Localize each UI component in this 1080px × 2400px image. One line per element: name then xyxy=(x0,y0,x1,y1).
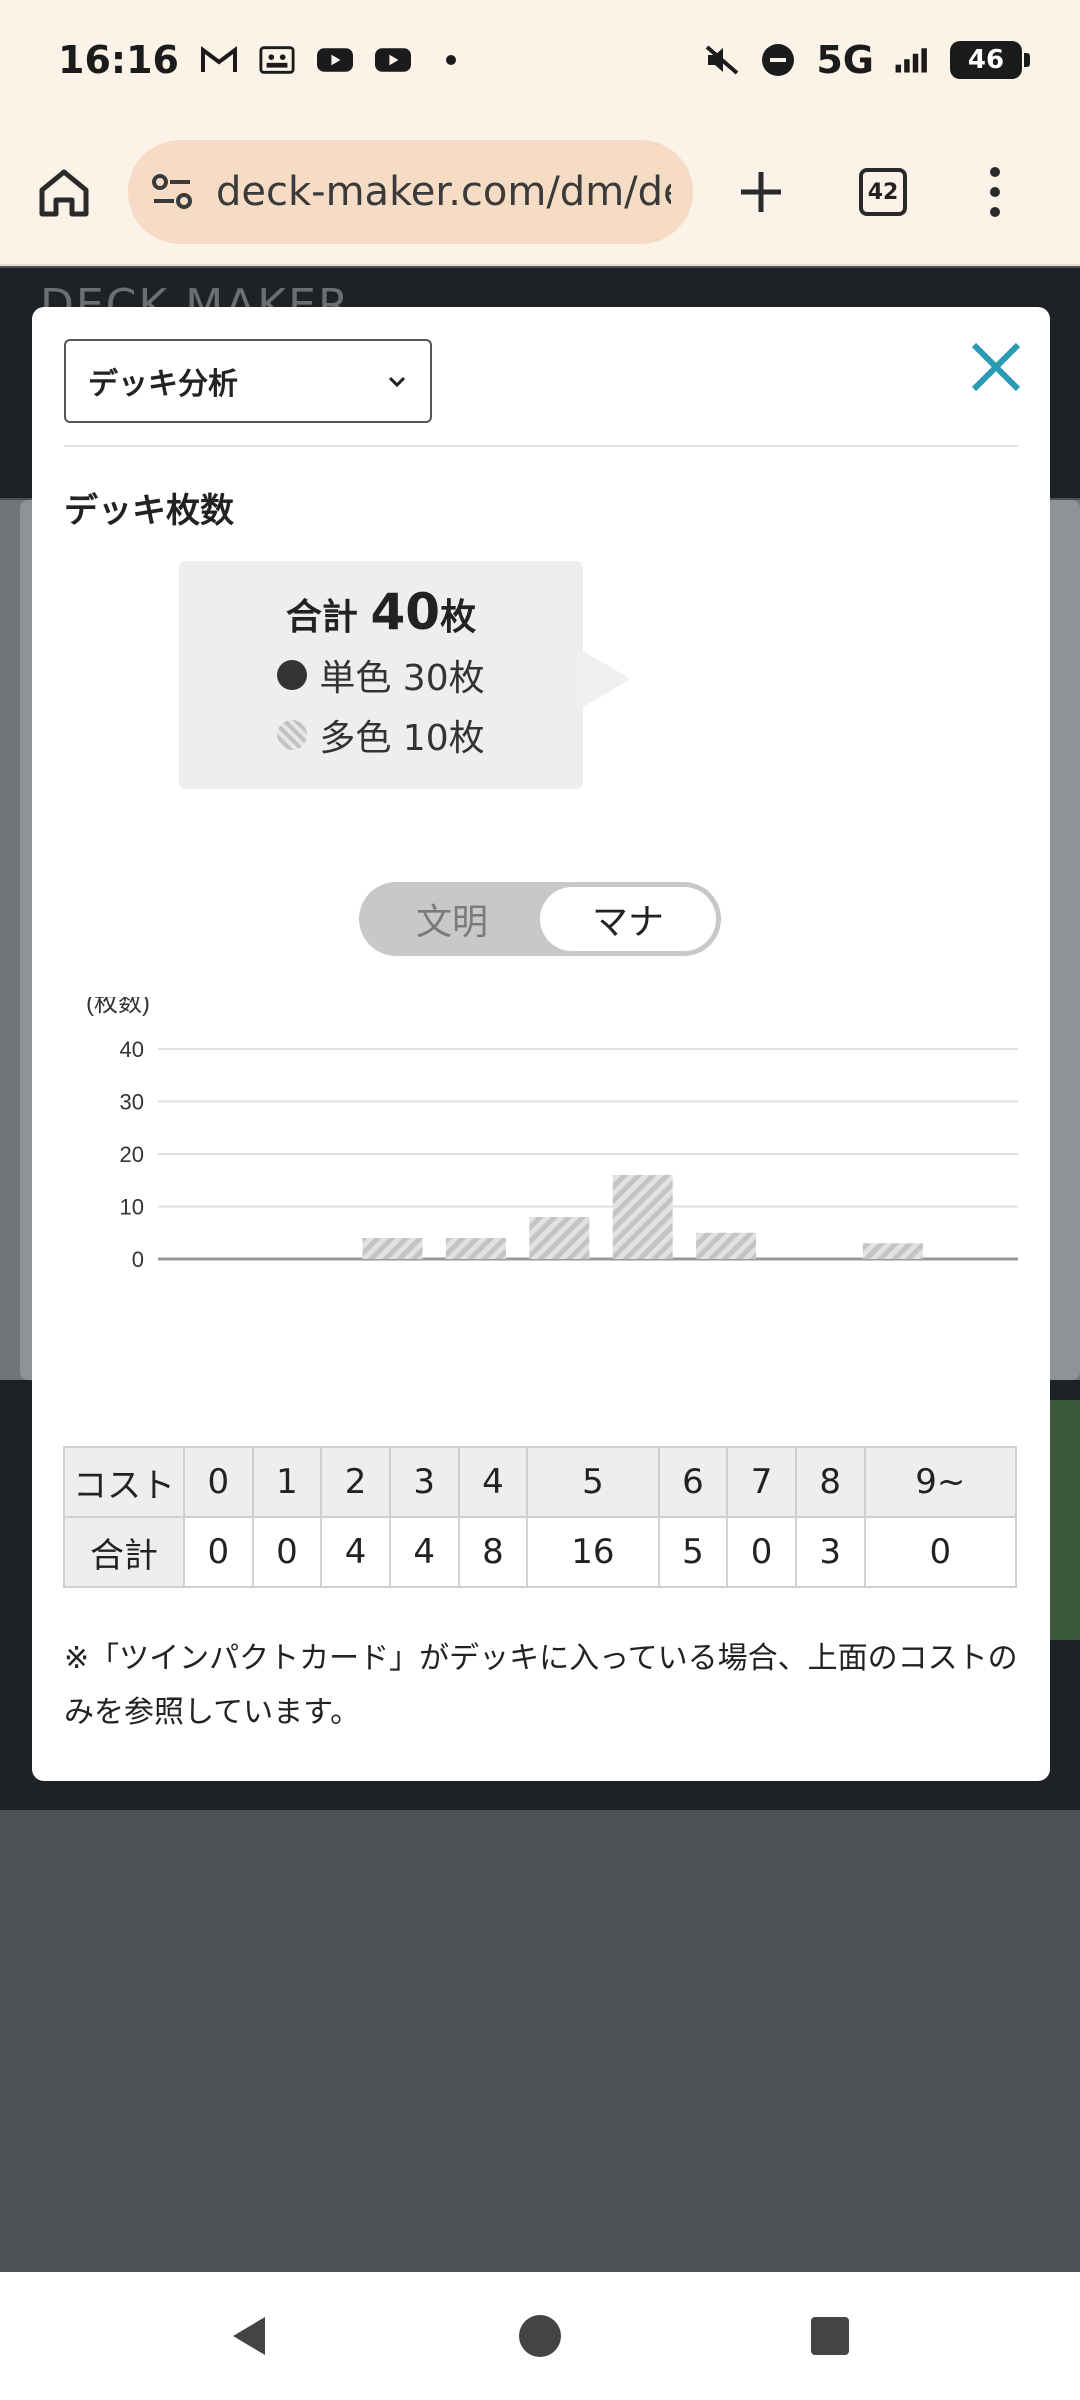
browser-toolbar: deck-maker.com/dm/dec 42 xyxy=(0,120,1080,266)
cost-cell: 3 xyxy=(388,1446,460,1518)
background-overlay xyxy=(0,1810,1080,2270)
mono-color-label: 単色 30枚 xyxy=(319,658,485,699)
status-time: 16:16 xyxy=(58,38,179,82)
status-bar: 16:16 5G 46 xyxy=(0,0,1080,120)
cost-cell: 1 xyxy=(251,1446,323,1518)
youtube-icon xyxy=(316,45,353,75)
recents-icon[interactable] xyxy=(805,2311,855,2361)
network-type: 5G xyxy=(816,38,874,82)
bar-cost-2 xyxy=(362,1238,423,1259)
battery-level: 46 xyxy=(967,45,1005,75)
toggle-option-civilization[interactable]: 文明 xyxy=(364,887,540,951)
bar-cost-3 xyxy=(445,1238,506,1259)
total-cell: 4 xyxy=(388,1516,460,1588)
gmail-icon xyxy=(200,45,237,75)
cost-cell: 4 xyxy=(457,1446,529,1518)
total-count: 合計 40枚 xyxy=(179,583,583,641)
table-row: 合計 0 0 4 4 8 16 5 0 3 0 xyxy=(63,1516,1018,1588)
table-row: コスト 0 1 2 3 4 5 6 7 8 9~ xyxy=(63,1446,1018,1518)
home-icon[interactable] xyxy=(36,164,92,220)
mana-curve-chart: (枚数) 0 10 20 30 40 xyxy=(86,997,1018,1267)
people-icon xyxy=(259,45,295,75)
deck-count-summary: 合計 40枚 単色 30枚 多色 10枚 xyxy=(179,561,631,789)
cost-cell: 6 xyxy=(657,1446,729,1518)
total-cell: 0 xyxy=(726,1516,797,1588)
total-cell: 8 xyxy=(457,1516,529,1588)
civilization-mana-toggle[interactable]: 文明 マナ xyxy=(359,882,721,956)
total-unit: 枚 xyxy=(440,597,477,638)
solid-dot-icon xyxy=(277,660,308,690)
bar-cost-6 xyxy=(696,1232,757,1259)
tab-count: 42 xyxy=(867,179,899,205)
toggle-option-mana[interactable]: マナ xyxy=(540,887,716,951)
y-tick-label: 40 xyxy=(120,1037,144,1062)
cost-cell: 8 xyxy=(794,1446,866,1518)
hatched-dot-icon xyxy=(277,720,308,750)
y-axis-label: (枚数) xyxy=(86,997,150,1017)
notification-dot-icon xyxy=(433,45,469,75)
total-number: 40 xyxy=(370,583,441,641)
cost-cell: 7 xyxy=(726,1446,797,1518)
battery-icon: 46 xyxy=(950,41,1030,79)
deck-analysis-modal: デッキ分析 デッキ枚数 合計 40枚 単色 30枚 多色 10枚 文明 マナ (… xyxy=(32,307,1050,1781)
cost-cell: 9~ xyxy=(863,1446,1018,1518)
total-header: 合計 xyxy=(63,1516,185,1588)
bar-cost-8 xyxy=(862,1243,923,1259)
multi-color-row: 多色 10枚 xyxy=(179,709,583,761)
cost-cell: 2 xyxy=(320,1446,391,1518)
back-icon[interactable] xyxy=(225,2311,275,2361)
total-cell: 0 xyxy=(863,1516,1018,1588)
cost-header: コスト xyxy=(63,1446,185,1518)
youtube-icon xyxy=(374,45,411,75)
address-bar[interactable]: deck-maker.com/dm/dec xyxy=(128,140,693,244)
total-cell: 5 xyxy=(657,1516,729,1588)
bar-cost-5 xyxy=(612,1175,673,1259)
cost-cell: 5 xyxy=(526,1446,660,1518)
total-cell: 0 xyxy=(251,1516,323,1588)
divider xyxy=(64,445,1018,447)
home-circle-icon[interactable] xyxy=(515,2311,565,2361)
bar-cost-4 xyxy=(529,1217,590,1259)
analysis-type-dropdown[interactable]: デッキ分析 xyxy=(64,339,432,423)
section-title: デッキ枚数 xyxy=(64,491,234,531)
more-menu-icon[interactable] xyxy=(989,167,1001,217)
total-cell: 0 xyxy=(183,1516,254,1588)
total-cell: 3 xyxy=(794,1516,866,1588)
chevron-down-icon xyxy=(388,376,406,388)
site-settings-icon[interactable] xyxy=(150,170,194,214)
mute-icon xyxy=(704,45,740,75)
total-cell: 4 xyxy=(320,1516,391,1588)
do-not-disturb-icon xyxy=(760,44,796,76)
dropdown-value: デッキ分析 xyxy=(88,367,238,402)
system-navigation-bar xyxy=(0,2272,1080,2400)
cost-cell: 0 xyxy=(183,1446,254,1518)
footnote: ※「ツインパクトカード」がデッキに入っている場合、上面のコストのみを参照していま… xyxy=(64,1641,1018,1730)
url-text: deck-maker.com/dm/dec xyxy=(216,169,671,215)
mono-color-row: 単色 30枚 xyxy=(179,649,583,701)
new-tab-icon[interactable] xyxy=(733,164,789,220)
cost-table: コスト 0 1 2 3 4 5 6 7 8 9~ 合計 0 0 4 4 8 16… xyxy=(63,1446,1018,1588)
y-tick-label: 20 xyxy=(120,1142,144,1167)
tab-switcher-button[interactable]: 42 xyxy=(859,168,907,216)
y-tick-label: 30 xyxy=(120,1090,144,1115)
multi-color-label: 多色 10枚 xyxy=(319,718,485,759)
signal-icon xyxy=(894,45,930,75)
close-icon[interactable] xyxy=(968,339,1024,395)
y-tick-label: 10 xyxy=(120,1195,144,1220)
total-cell: 16 xyxy=(526,1516,660,1588)
total-label: 合計 xyxy=(285,597,358,638)
y-tick-label: 0 xyxy=(132,1247,144,1267)
